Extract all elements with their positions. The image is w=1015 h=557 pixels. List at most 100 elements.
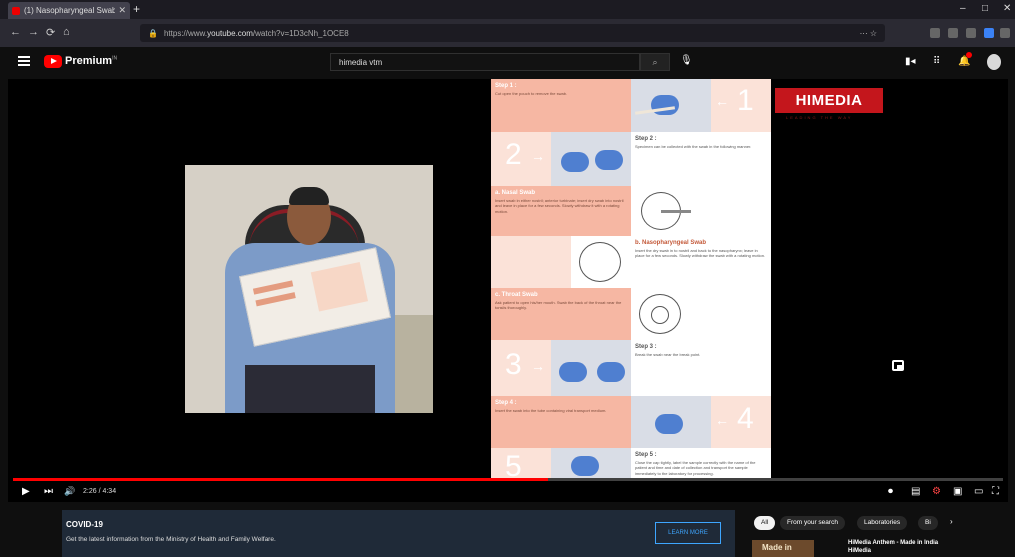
step1-text: Cut open the pouch to remove the swab. bbox=[495, 91, 568, 96]
fullscreen-button[interactable]: ⛶ bbox=[992, 486, 999, 497]
step-number-4: 4 bbox=[737, 402, 754, 435]
leaflet-row-step3: 3 → Step 3 : Break the swab near the bre… bbox=[491, 340, 771, 396]
chip-from-your-search[interactable]: From your search bbox=[780, 516, 845, 530]
leaflet-row-step2: 2 → Step 2 : Specimen can be collected w… bbox=[491, 132, 771, 186]
forward-icon[interactable]: → bbox=[28, 26, 39, 38]
lock-icon: 🔒 bbox=[148, 28, 158, 38]
youtube-premium-logo[interactable]: PremiumIN bbox=[65, 55, 117, 67]
screen: (1) Nasopharyngeal Swab - Yo... ✕ + – □ … bbox=[0, 0, 1015, 557]
step3-title: Step 3 : bbox=[635, 344, 657, 350]
leaflet-row-step5: 5 Step 5 : Close the cap tightly, label … bbox=[491, 448, 771, 478]
presenter-video-feed bbox=[185, 165, 433, 413]
step5-text: Close the cap tightly, label the sample … bbox=[635, 460, 756, 476]
microphone-icon[interactable]: 🎙 bbox=[680, 55, 693, 66]
url-prefix: https://www. bbox=[163, 28, 208, 38]
next-video-button[interactable]: ⏭ bbox=[44, 486, 53, 497]
menu-icon[interactable] bbox=[1000, 28, 1010, 38]
throat-swab-text: Ask patient to open his/her mouth. Swab … bbox=[495, 300, 622, 311]
browser-tab-bar: (1) Nasopharyngeal Swab - Yo... ✕ + – □ … bbox=[0, 0, 1015, 19]
recommendation-thumbnail[interactable]: Made in bbox=[752, 540, 814, 557]
nasal-swab-text: Insert swab in either nostril; anterior … bbox=[495, 198, 624, 214]
tab-close-icon[interactable]: ✕ bbox=[118, 5, 126, 16]
browser-nav-bar: ← → ⟳ ⌂ 🔒 https://www. youtube.com /watc… bbox=[0, 19, 1015, 47]
leaflet-row-step1: Step 1 : Cut open the pouch to remove th… bbox=[491, 79, 771, 132]
presenter-legs bbox=[245, 365, 375, 413]
reload-icon[interactable]: ⟳ bbox=[46, 26, 55, 39]
progress-played bbox=[13, 478, 548, 481]
miniplayer-button[interactable]: ▣ bbox=[953, 486, 962, 497]
picture-in-picture-icon[interactable] bbox=[892, 360, 904, 371]
home-icon[interactable]: ⌂ bbox=[63, 26, 70, 38]
nasopharyngeal-swab-text: Insert the dry swab in to nostril and ba… bbox=[635, 248, 766, 259]
autoplay-toggle[interactable]: ⏺ bbox=[888, 486, 893, 497]
back-icon[interactable]: ← bbox=[10, 26, 21, 38]
url-path: /watch?v=1D3cNh_1OCE8 bbox=[252, 28, 349, 38]
chip-laboratories[interactable]: Laboratories bbox=[857, 516, 908, 530]
player-controls: ▶ ⏭ 🔊 2:26 / 4:34 ⏺ ▤ ⚙ ▣ ▭ ⛶ bbox=[8, 482, 1008, 502]
volume-button[interactable]: 🔊 bbox=[64, 486, 75, 497]
nasal-swab-title: a. Nasal Swab bbox=[495, 190, 536, 196]
presenter-hair bbox=[289, 187, 329, 205]
learn-more-button[interactable]: LEARN MORE bbox=[655, 522, 721, 544]
nasopharyngeal-swab-title: b. Nasopharyngeal Swab bbox=[635, 240, 707, 246]
play-button[interactable]: ▶ bbox=[22, 486, 30, 497]
himedia-logo: HIMEDIA bbox=[775, 88, 883, 113]
below-player-area: COVID-19 Get the latest information from… bbox=[0, 502, 1015, 557]
covid-panel-title: COVID-19 bbox=[66, 520, 103, 529]
leaflet-row-throat: c. Throat Swab Ask patient to open his/h… bbox=[491, 288, 771, 340]
step3-text: Break the swab near the break point. bbox=[635, 352, 701, 357]
hamburger-menu-icon[interactable] bbox=[18, 56, 30, 66]
chip-partial[interactable]: Bi bbox=[918, 516, 938, 530]
extension-icon[interactable] bbox=[948, 28, 958, 38]
covid-info-panel: COVID-19 Get the latest information from… bbox=[62, 510, 735, 557]
close-window-button[interactable]: ✕ bbox=[1003, 3, 1011, 14]
instruction-leaflet: Step 1 : Cut open the pouch to remove th… bbox=[491, 79, 771, 478]
time-display: 2:26 / 4:34 bbox=[83, 488, 117, 495]
youtube-favicon-icon bbox=[12, 6, 20, 15]
step1-title: Step 1 : bbox=[495, 83, 517, 89]
tab-title: (1) Nasopharyngeal Swab - Yo... bbox=[24, 6, 116, 15]
leaflet-row-step4: Step 4 : Insert the swab into the tube c… bbox=[491, 396, 771, 448]
search-button[interactable]: ⌕ bbox=[640, 53, 670, 71]
step2-title: Step 2 : bbox=[635, 136, 657, 142]
covid-panel-text: Get the latest information from the Mini… bbox=[66, 536, 276, 543]
browser-tab[interactable]: (1) Nasopharyngeal Swab - Yo... ✕ bbox=[8, 2, 130, 19]
minimize-button[interactable]: – bbox=[960, 3, 966, 14]
youtube-masthead: PremiumIN himedia vtm ⌕ 🎙 ▮◂ ⠿ 🔔 bbox=[0, 47, 1015, 79]
extension-icon[interactable] bbox=[984, 28, 994, 38]
leaflet-row-nasal: a. Nasal Swab Insert swab in either nost… bbox=[491, 186, 771, 236]
side-furniture bbox=[395, 315, 433, 413]
himedia-tagline: LEADING THE WAY bbox=[786, 115, 853, 120]
recommendation-title[interactable]: HiMedia Anthem - Made in India HiMedia bbox=[848, 540, 948, 555]
video-player[interactable]: Step 1 : Cut open the pouch to remove th… bbox=[8, 79, 1008, 502]
page-actions-icon[interactable]: ··· ☆ bbox=[860, 29, 877, 38]
step-number-2: 2 bbox=[505, 138, 522, 171]
address-bar[interactable]: 🔒 https://www. youtube.com /watch?v=1D3c… bbox=[140, 24, 885, 42]
url-host: youtube.com bbox=[207, 28, 253, 38]
extension-icon[interactable] bbox=[930, 28, 940, 38]
chevron-right-icon[interactable]: › bbox=[950, 517, 953, 526]
step4-title: Step 4 : bbox=[495, 400, 517, 406]
step2-text: Specimen can be collected with the swab … bbox=[635, 144, 752, 149]
maximize-button[interactable]: □ bbox=[982, 3, 988, 14]
theater-mode-button[interactable]: ▭ bbox=[974, 486, 983, 497]
progress-bar[interactable] bbox=[13, 478, 1003, 481]
step5-title: Step 5 : bbox=[635, 452, 657, 458]
youtube-logo-icon[interactable] bbox=[44, 55, 62, 68]
chip-all[interactable]: All bbox=[754, 516, 776, 530]
avatar[interactable] bbox=[987, 54, 1001, 70]
step-number-1: 1 bbox=[737, 84, 754, 117]
search-input[interactable]: himedia vtm bbox=[330, 53, 640, 71]
leaflet-row-nasopharyngeal: b. Nasopharyngeal Swab Insert the dry sw… bbox=[491, 236, 771, 288]
new-tab-button[interactable]: + bbox=[133, 2, 140, 16]
throat-swab-title: c. Throat Swab bbox=[495, 292, 538, 298]
create-video-icon[interactable]: ▮◂ bbox=[905, 56, 916, 67]
subtitles-button[interactable]: ▤ bbox=[911, 486, 920, 497]
apps-grid-icon[interactable]: ⠿ bbox=[933, 56, 940, 67]
notification-badge bbox=[966, 52, 972, 58]
extension-icon[interactable] bbox=[966, 28, 976, 38]
step-number-5: 5 bbox=[505, 450, 522, 478]
settings-button[interactable]: ⚙ bbox=[932, 486, 941, 497]
step-number-3: 3 bbox=[505, 348, 522, 381]
step4-text: Insert the swab into the tube containing… bbox=[495, 408, 607, 413]
